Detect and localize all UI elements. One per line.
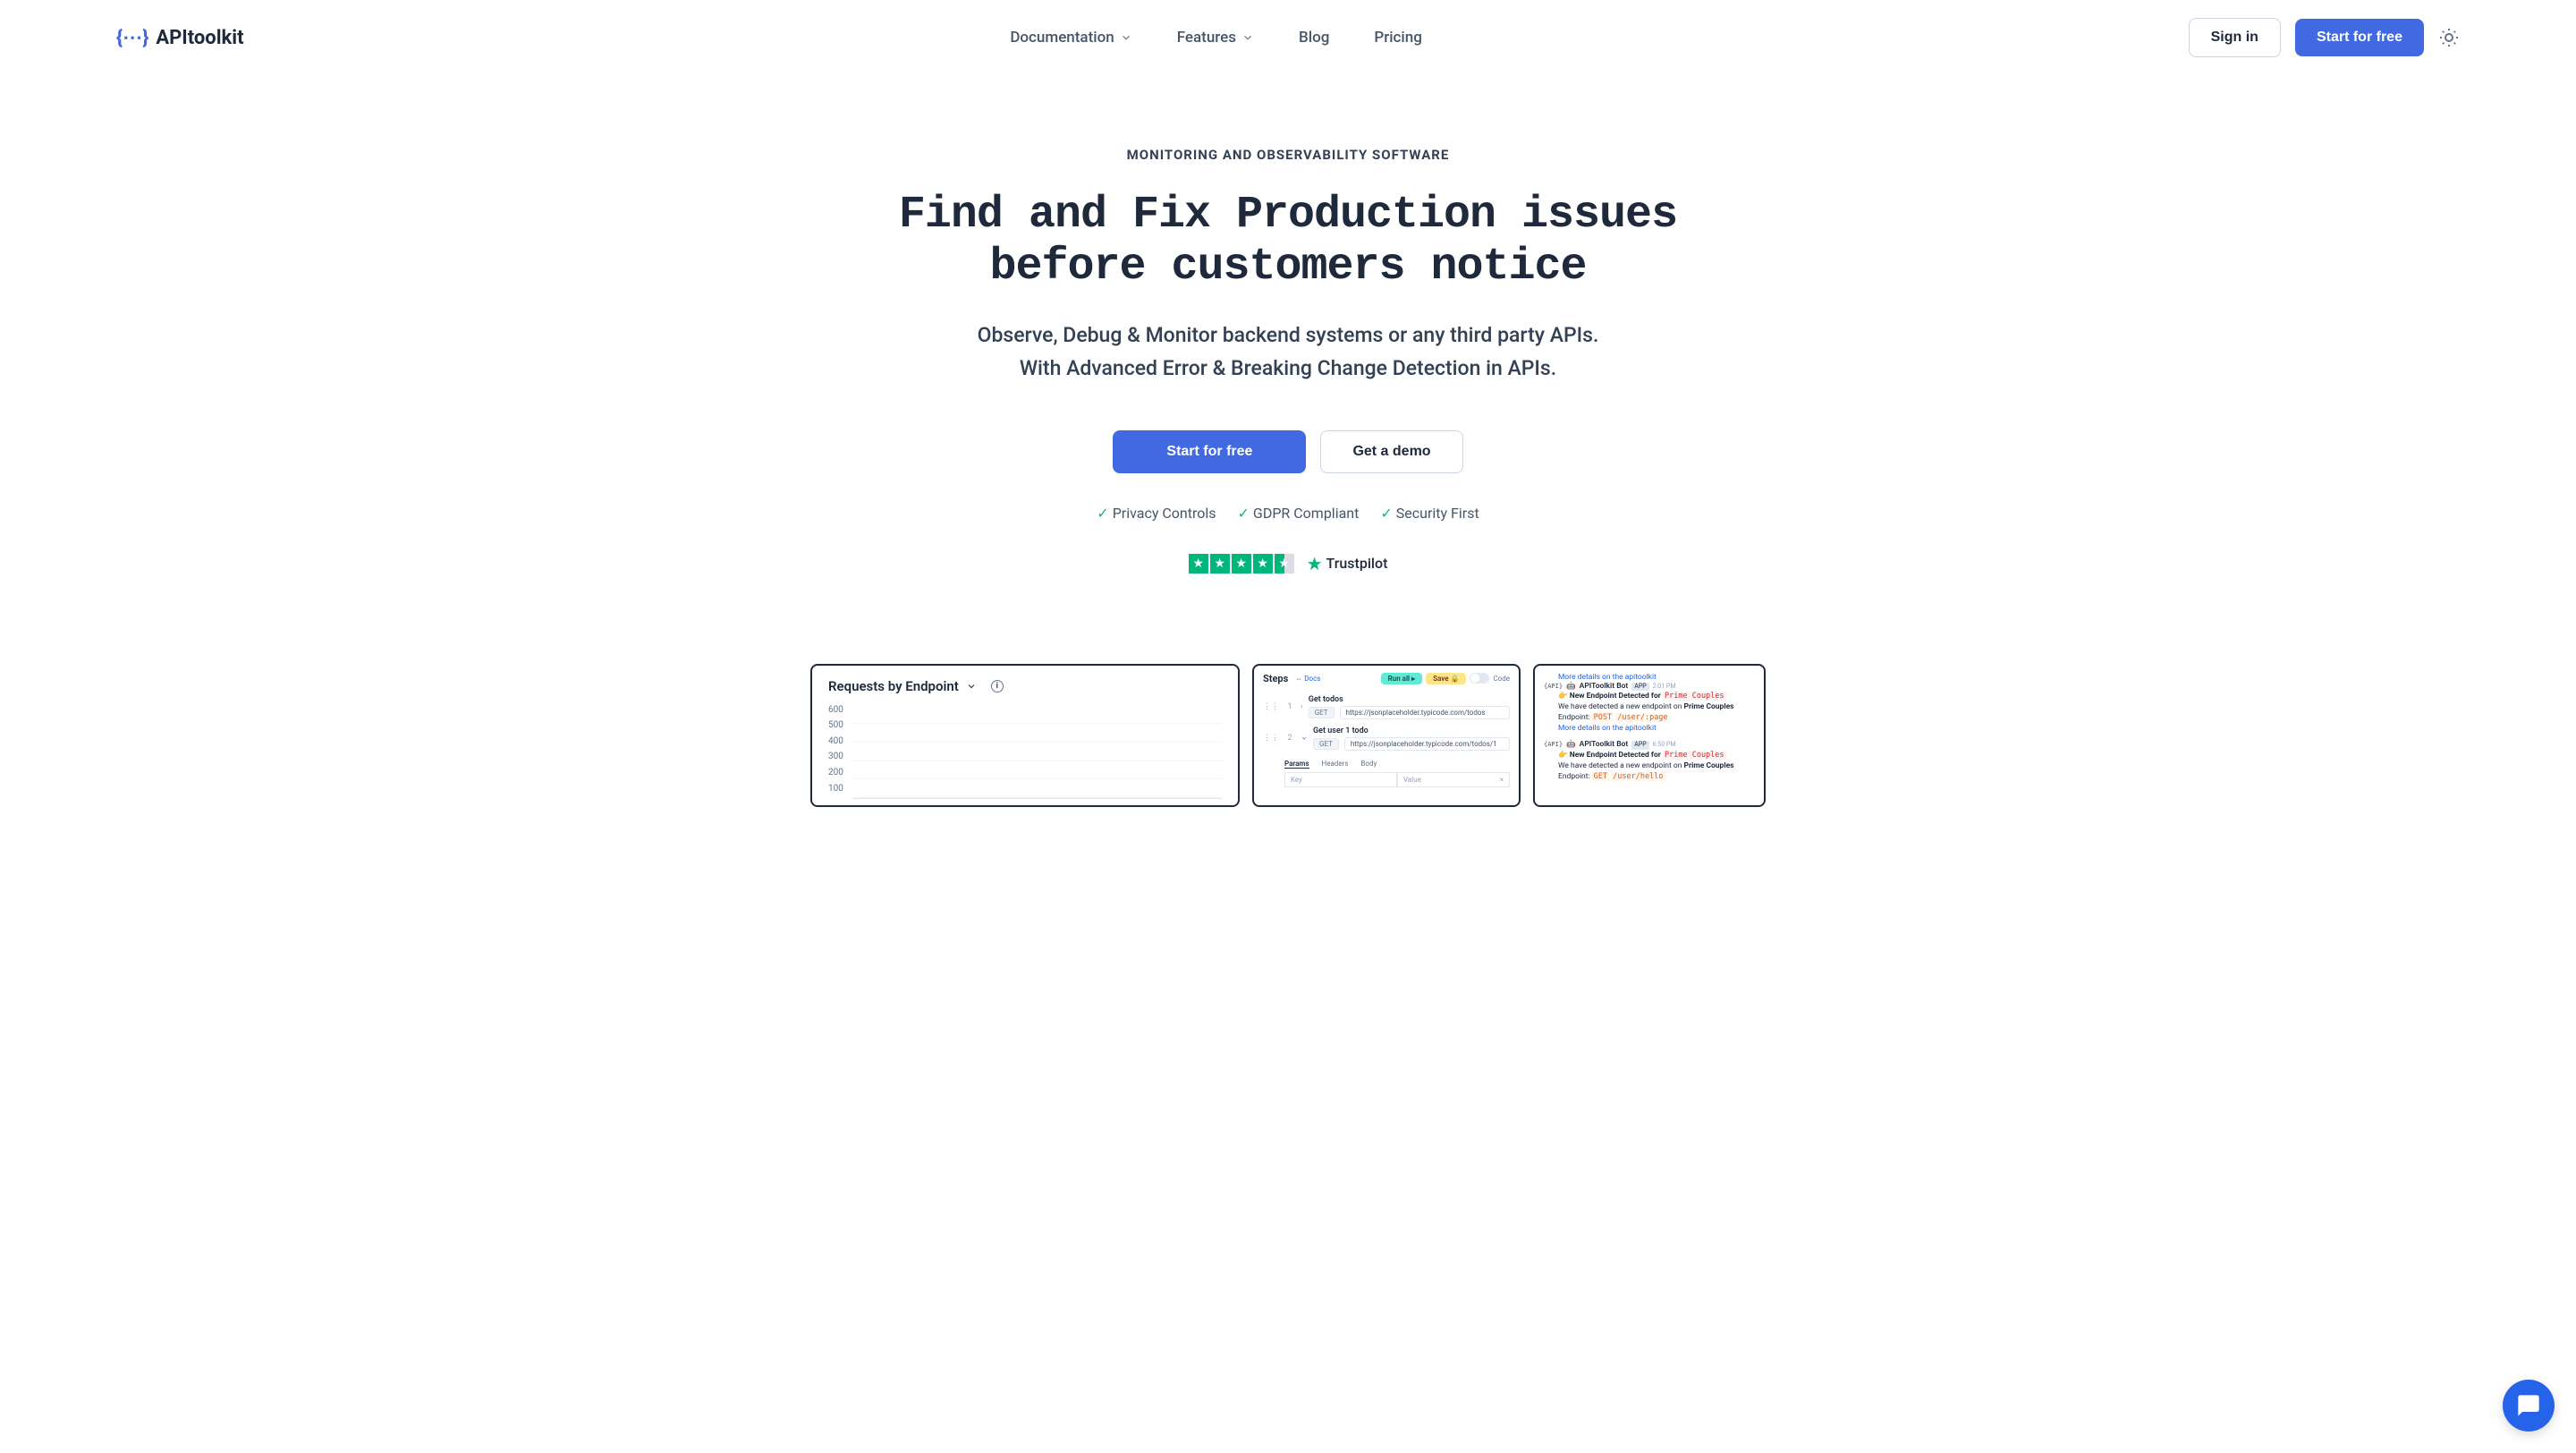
key-value-row: Key Value× [1263, 772, 1510, 787]
star-icon: ★ [1210, 554, 1230, 574]
chat-widget-button[interactable] [2503, 1380, 2555, 1432]
chevron-down-icon [966, 681, 977, 692]
features-list: ✓Privacy Controls ✓GDPR Compliant ✓Secur… [769, 505, 1807, 522]
chart-area: 600 500 400 300 200 100 [828, 705, 1222, 799]
nav-features[interactable]: Features [1177, 29, 1254, 47]
feature-security: ✓Security First [1380, 505, 1479, 522]
eyebrow-text: MONITORING AND OBSERVABILITY SOFTWARE [769, 147, 1807, 163]
sun-icon[interactable] [2438, 27, 2460, 48]
cta-demo-button[interactable]: Get a demo [1320, 430, 1462, 473]
save-button: Save 🔒 [1426, 673, 1466, 684]
feature-privacy: ✓Privacy Controls [1097, 505, 1216, 522]
chat-icon [2516, 1393, 2541, 1418]
y-axis: 600 500 400 300 200 100 [828, 705, 843, 799]
main-nav: Documentation Features Blog Pricing [1010, 29, 1422, 47]
notification-2: {API} 🤖 APIToolkit Bot APP 6:50 PM 👉 New… [1544, 740, 1755, 783]
logo-icon: {⋯} [116, 27, 148, 49]
logo-text: APItoolkit [156, 27, 243, 49]
subheadline: Observe, Debug & Monitor backend systems… [769, 319, 1807, 386]
screenshot-notifications: More details on the apitoolkit {API} 🤖 A… [1533, 664, 1766, 807]
trustpilot-rating[interactable]: ★ ★ ★ ★ ★ ★ Trustpilot [769, 553, 1807, 574]
run-all-button: Run all ▸ [1381, 673, 1422, 684]
cta-start-free-button[interactable]: Start for free [1113, 430, 1306, 473]
star-icon: ★ [1232, 554, 1251, 574]
headline: Find and Fix Production issues before cu… [769, 190, 1807, 293]
star-half-icon: ★ [1275, 554, 1294, 574]
bars-container [852, 705, 1222, 799]
trustpilot-star-icon: ★ [1307, 553, 1323, 574]
tabs-row: Params Headers Body [1263, 760, 1510, 769]
step-1: ⋮⋮ 1 › Get todos GET https://jsonplaceho… [1263, 692, 1510, 723]
notification-1: {API} 🤖 APIToolkit Bot APP 2:01 PM 👉 New… [1544, 682, 1755, 735]
star-icon: ★ [1189, 554, 1208, 574]
header-actions: Sign in Start for free [2189, 18, 2460, 57]
nav-documentation[interactable]: Documentation [1010, 29, 1131, 47]
step-2: ⋮⋮ 2 Get user 1 todo GET https://jsonpla… [1263, 723, 1510, 754]
nav-blog[interactable]: Blog [1299, 29, 1329, 47]
cta-buttons: Start for free Get a demo [769, 430, 1807, 473]
chart-title-row: Requests by Endpoint i [828, 678, 1222, 694]
screenshots-row: Requests by Endpoint i 600 500 400 300 2… [0, 610, 2576, 807]
main-header: {⋯} APItoolkit Documentation Features Bl… [0, 0, 2576, 75]
sign-in-button[interactable]: Sign in [2189, 18, 2281, 57]
steps-header: Steps ⇔ Docs Run all ▸ Save 🔒 Code [1263, 673, 1510, 684]
info-icon: i [991, 680, 1004, 693]
logo[interactable]: {⋯} APItoolkit [116, 27, 244, 49]
screenshot-api-steps: Steps ⇔ Docs Run all ▸ Save 🔒 Code ⋮⋮ 1 … [1252, 664, 1521, 807]
star-icon: ★ [1253, 554, 1273, 574]
star-rating: ★ ★ ★ ★ ★ [1189, 554, 1294, 574]
start-free-button[interactable]: Start for free [2295, 19, 2424, 56]
toggle-switch [1470, 673, 1489, 684]
screenshot-requests-chart: Requests by Endpoint i 600 500 400 300 2… [810, 664, 1240, 807]
nav-pricing[interactable]: Pricing [1374, 29, 1422, 47]
chevron-down-icon [1301, 735, 1308, 742]
docs-link: ⇔ Docs [1295, 675, 1320, 683]
feature-gdpr: ✓GDPR Compliant [1238, 505, 1360, 522]
trustpilot-label: ★ Trustpilot [1307, 553, 1388, 574]
chevron-down-icon [1120, 31, 1132, 44]
chevron-down-icon [1241, 31, 1254, 44]
hero-section: MONITORING AND OBSERVABILITY SOFTWARE Fi… [751, 75, 1825, 610]
more-details-link: More details on the apitoolkit [1544, 673, 1755, 682]
